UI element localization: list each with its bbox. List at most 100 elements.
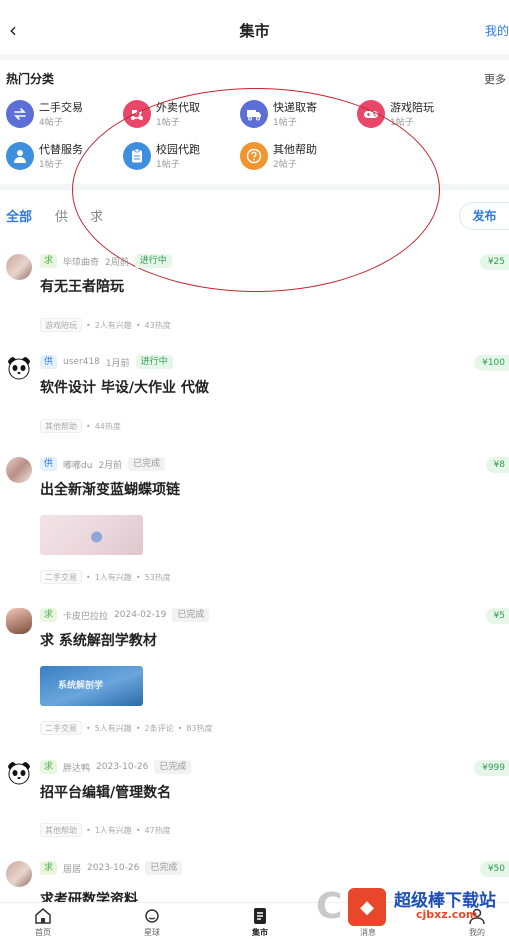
type-tag: 供 <box>40 355 58 369</box>
nav-market[interactable]: 集市 <box>230 907 290 938</box>
list-item[interactable]: 求 毕琼曲奇 2周前 进行中 ¥25 有无王者陪玩 游戏陪玩 • 2人有兴趣 •… <box>0 254 509 340</box>
category-count: 1帖子 <box>156 160 180 170</box>
author-name[interactable]: 卡皮巴拉拉 <box>63 609 108 622</box>
tab-supply[interactable]: 供 <box>55 206 68 225</box>
post-title[interactable]: 出全新渐变蓝蝴蝶项链 <box>40 479 180 499</box>
author-name[interactable]: user418 <box>63 357 100 367</box>
list-item[interactable]: 供 嘟嘟du 2月前 已完成 ¥8 出全新渐变蓝蝴蝶项链 二手交易 • 1人有兴… <box>0 457 509 587</box>
stat-separator: • <box>86 723 91 733</box>
category-item-errand[interactable]: 校园代跑 1帖子 <box>123 140 235 174</box>
price-badge: ¥999 <box>474 760 509 776</box>
stat-separator: • <box>86 421 91 431</box>
section-divider <box>0 184 509 190</box>
post-footer: 其他帮助 • 1人有兴趣 • 47热度 <box>40 823 171 837</box>
post-time: 1月前 <box>105 358 130 369</box>
hot-categories: 热门分类 更多 二手交易 4帖子 外卖代取 1帖子 快递取寄 1帖子 游戏陪玩 … <box>0 62 509 180</box>
my-posts-link[interactable]: 我的 <box>485 22 509 39</box>
nav-planet[interactable]: 星球 <box>122 907 182 938</box>
user-photo-avatar[interactable] <box>6 254 32 280</box>
post-title[interactable]: 求 系统解剖学教材 <box>40 630 157 650</box>
author-name[interactable]: 居居 <box>63 862 81 875</box>
categories-more-link[interactable]: 更多 <box>484 71 506 87</box>
panda-avatar[interactable] <box>6 355 32 381</box>
author-name[interactable]: 胖达鸭 <box>63 761 90 774</box>
comment-count: 2条评论 <box>144 723 174 733</box>
category-item-other[interactable]: 其他帮助 2帖子 <box>240 140 352 174</box>
type-tag: 求 <box>40 760 58 774</box>
exchange-icon <box>6 100 34 128</box>
stat-separator: • <box>177 723 183 733</box>
post-title[interactable]: 软件设计 毕设/大作业 代做 <box>40 377 209 397</box>
stat-separator: • <box>135 572 141 582</box>
user-photo-avatar[interactable] <box>6 457 32 483</box>
category-count: 1帖子 <box>273 118 297 128</box>
categories-title: 热门分类 <box>6 72 55 86</box>
price-badge: ¥5 <box>485 608 509 624</box>
category-chip[interactable]: 二手交易 <box>40 721 82 735</box>
list-item[interactable]: 求 卡皮巴拉拉 2024-02-19 已完成 ¥5 求 系统解剖学教材 系统解剖… <box>0 608 509 738</box>
category-chip[interactable]: 游戏陪玩 <box>40 318 82 332</box>
type-tag: 供 <box>40 457 58 471</box>
list-item[interactable]: 求 胖达鸭 2023-10-26 已完成 ¥999 招平台编辑/管理数名 其他帮… <box>0 760 509 846</box>
panda-avatar[interactable] <box>6 760 32 786</box>
category-name: 校园代跑 <box>156 143 200 156</box>
category-item-express[interactable]: 快递取寄 1帖子 <box>240 98 352 132</box>
tab-all[interactable]: 全部 <box>6 206 32 225</box>
category-item-takeout[interactable]: 外卖代取 1帖子 <box>123 98 235 132</box>
heat-count: 83热度 <box>186 723 213 733</box>
textbook-photo[interactable]: 系统解剖学 <box>40 666 143 706</box>
watermark: C ◆ 超级棒下载站 cjbxz.com <box>316 880 509 938</box>
stat-separator: • <box>86 572 91 582</box>
post-footer: 其他帮助 • 44热度 <box>40 419 121 433</box>
nav-home[interactable]: 首页 <box>13 907 73 938</box>
necklace-photo[interactable] <box>40 515 143 555</box>
post-title[interactable]: 有无王者陪玩 <box>40 276 124 296</box>
status-badge: 已完成 <box>154 760 192 774</box>
post-meta: 求 卡皮巴拉拉 2024-02-19 已完成 <box>40 608 210 622</box>
status-badge: 已完成 <box>128 457 166 471</box>
cartoon-avatar[interactable] <box>6 608 32 634</box>
home-icon <box>35 908 51 924</box>
category-count: 1帖子 <box>390 118 414 128</box>
category-name: 快递取寄 <box>273 101 317 114</box>
interest-count: 2人有兴趣 <box>94 320 132 330</box>
price-badge: ¥25 <box>479 254 509 270</box>
category-chip[interactable]: 其他帮助 <box>40 419 82 433</box>
status-badge: 进行中 <box>135 355 173 369</box>
status-bar <box>0 0 509 8</box>
category-item-gaming[interactable]: 游戏陪玩 1帖子 <box>357 98 469 132</box>
interest-count: 1人有兴趣 <box>94 825 132 835</box>
post-time: 2023-10-26 <box>96 762 149 772</box>
question-icon <box>240 142 268 170</box>
nav-label: 集市 <box>252 928 268 937</box>
post-meta: 供 嘟嘟du 2月前 已完成 <box>40 457 166 471</box>
stat-separator: • <box>86 320 91 330</box>
category-chip[interactable]: 二手交易 <box>40 570 82 584</box>
post-time: 2月前 <box>98 460 123 471</box>
author-name[interactable]: 嘟嘟du <box>63 458 92 471</box>
publish-button[interactable]: 发布 <box>459 202 509 230</box>
user-photo-avatar[interactable] <box>6 861 32 887</box>
interest-count: 5人有兴趣 <box>94 723 132 733</box>
post-footer: 二手交易 • 1人有兴趣 • 53热度 <box>40 570 171 584</box>
stat-separator: • <box>135 723 141 733</box>
category-item-service[interactable]: 代替服务 1帖子 <box>6 140 118 174</box>
type-tag: 求 <box>40 861 58 875</box>
price-badge: ¥8 <box>485 457 509 473</box>
category-chip[interactable]: 其他帮助 <box>40 823 82 837</box>
category-name: 二手交易 <box>39 101 83 114</box>
category-item-secondhand[interactable]: 二手交易 4帖子 <box>6 98 118 132</box>
list-item[interactable]: 供 user418 1月前 进行中 ¥100 软件设计 毕设/大作业 代做 其他… <box>0 355 509 441</box>
post-footer: 二手交易 • 5人有兴趣 • 2条评论 • 83热度 <box>40 721 213 735</box>
tab-demand[interactable]: 求 <box>90 206 103 225</box>
post-title[interactable]: 招平台编辑/管理数名 <box>40 782 171 802</box>
watermark-url: cjbxz.com <box>416 908 478 921</box>
category-count: 4帖子 <box>39 118 63 128</box>
nav-label: 星球 <box>144 928 160 937</box>
category-name: 游戏陪玩 <box>390 101 434 114</box>
author-name[interactable]: 毕琼曲奇 <box>63 255 99 268</box>
delivery-scooter-icon <box>123 100 151 128</box>
post-meta: 求 胖达鸭 2023-10-26 已完成 <box>40 760 192 774</box>
category-name: 外卖代取 <box>156 101 200 114</box>
planet-icon <box>145 909 159 923</box>
